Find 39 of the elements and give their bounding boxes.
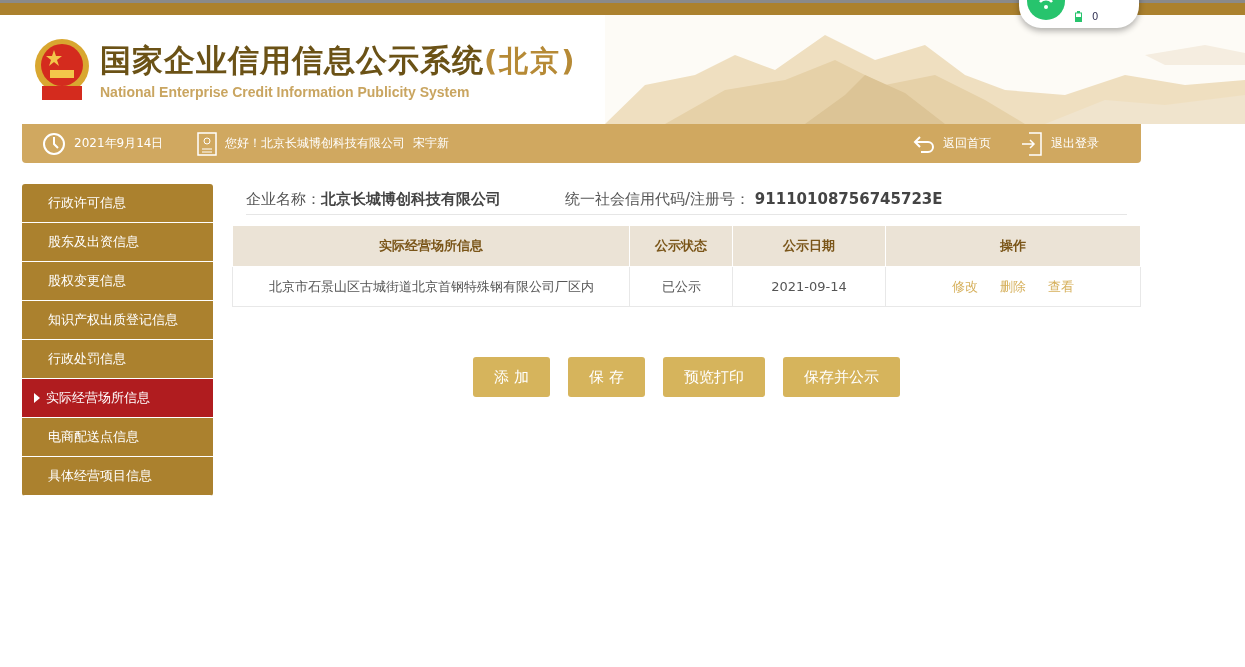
action-link[interactable]: 修改 — [952, 278, 978, 294]
emblem-icon — [32, 37, 92, 102]
column-header: 操作 — [885, 225, 1141, 267]
return-arrow-icon — [913, 134, 935, 153]
table-cell: 北京市石景山区古城街道北京首钢特殊钢有限公司厂区内 — [232, 266, 630, 307]
date-text: 2021年9月14日 — [74, 135, 164, 152]
region-title: (北京) — [484, 42, 577, 80]
sidebar-item[interactable]: 知识产权出质登记信息 — [22, 301, 213, 340]
credit-code: 统一社会信用代码/注册号： 91110108756745723E — [565, 189, 943, 209]
table-cell: 已公示 — [629, 266, 733, 307]
sidebar-item[interactable]: 具体经营项目信息 — [22, 457, 213, 496]
greeting-text: 您好！北京长城博创科技有限公司 宋宇新 — [225, 135, 450, 152]
action-button[interactable]: 保存并公示 — [782, 357, 900, 397]
sidebar-item[interactable]: 实际经营场所信息 — [22, 379, 213, 418]
logout-icon — [1021, 131, 1043, 156]
count-text: 0 — [1092, 11, 1099, 22]
clock-icon — [42, 131, 66, 156]
site-subtitle: National Enterprise Credit Information Publicity System — [100, 83, 471, 100]
logout-link[interactable]: 退出登录 — [1051, 135, 1099, 152]
table-cell: 2021-09-14 — [732, 266, 886, 307]
sidebar-item[interactable]: 行政处罚信息 — [22, 340, 213, 379]
sidebar-item[interactable]: 行政许可信息 — [22, 184, 213, 223]
column-header: 公示日期 — [732, 225, 886, 267]
id-card-icon — [197, 131, 218, 156]
battery-icon — [1075, 11, 1082, 22]
company-name: 企业名称：北京长城博创科技有限公司 — [246, 189, 501, 209]
sidebar-item[interactable]: 电商配送点信息 — [22, 418, 213, 457]
action-button[interactable]: 预览打印 — [662, 357, 765, 397]
caret-icon — [34, 393, 40, 403]
column-header: 实际经营场所信息 — [232, 225, 630, 267]
sidebar-item[interactable]: 股权变更信息 — [22, 262, 213, 301]
home-link[interactable]: 返回首页 — [943, 135, 991, 152]
site-title: 国家企业信用信息公示系统 — [100, 40, 484, 80]
column-header: 公示状态 — [629, 225, 733, 267]
action-link[interactable]: 查看 — [1048, 278, 1074, 294]
action-button[interactable]: 添 加 — [473, 357, 550, 397]
sidebar-item[interactable]: 股东及出资信息 — [22, 223, 213, 262]
action-link[interactable]: 删除 — [1000, 278, 1026, 294]
action-button[interactable]: 保 存 — [568, 357, 645, 397]
